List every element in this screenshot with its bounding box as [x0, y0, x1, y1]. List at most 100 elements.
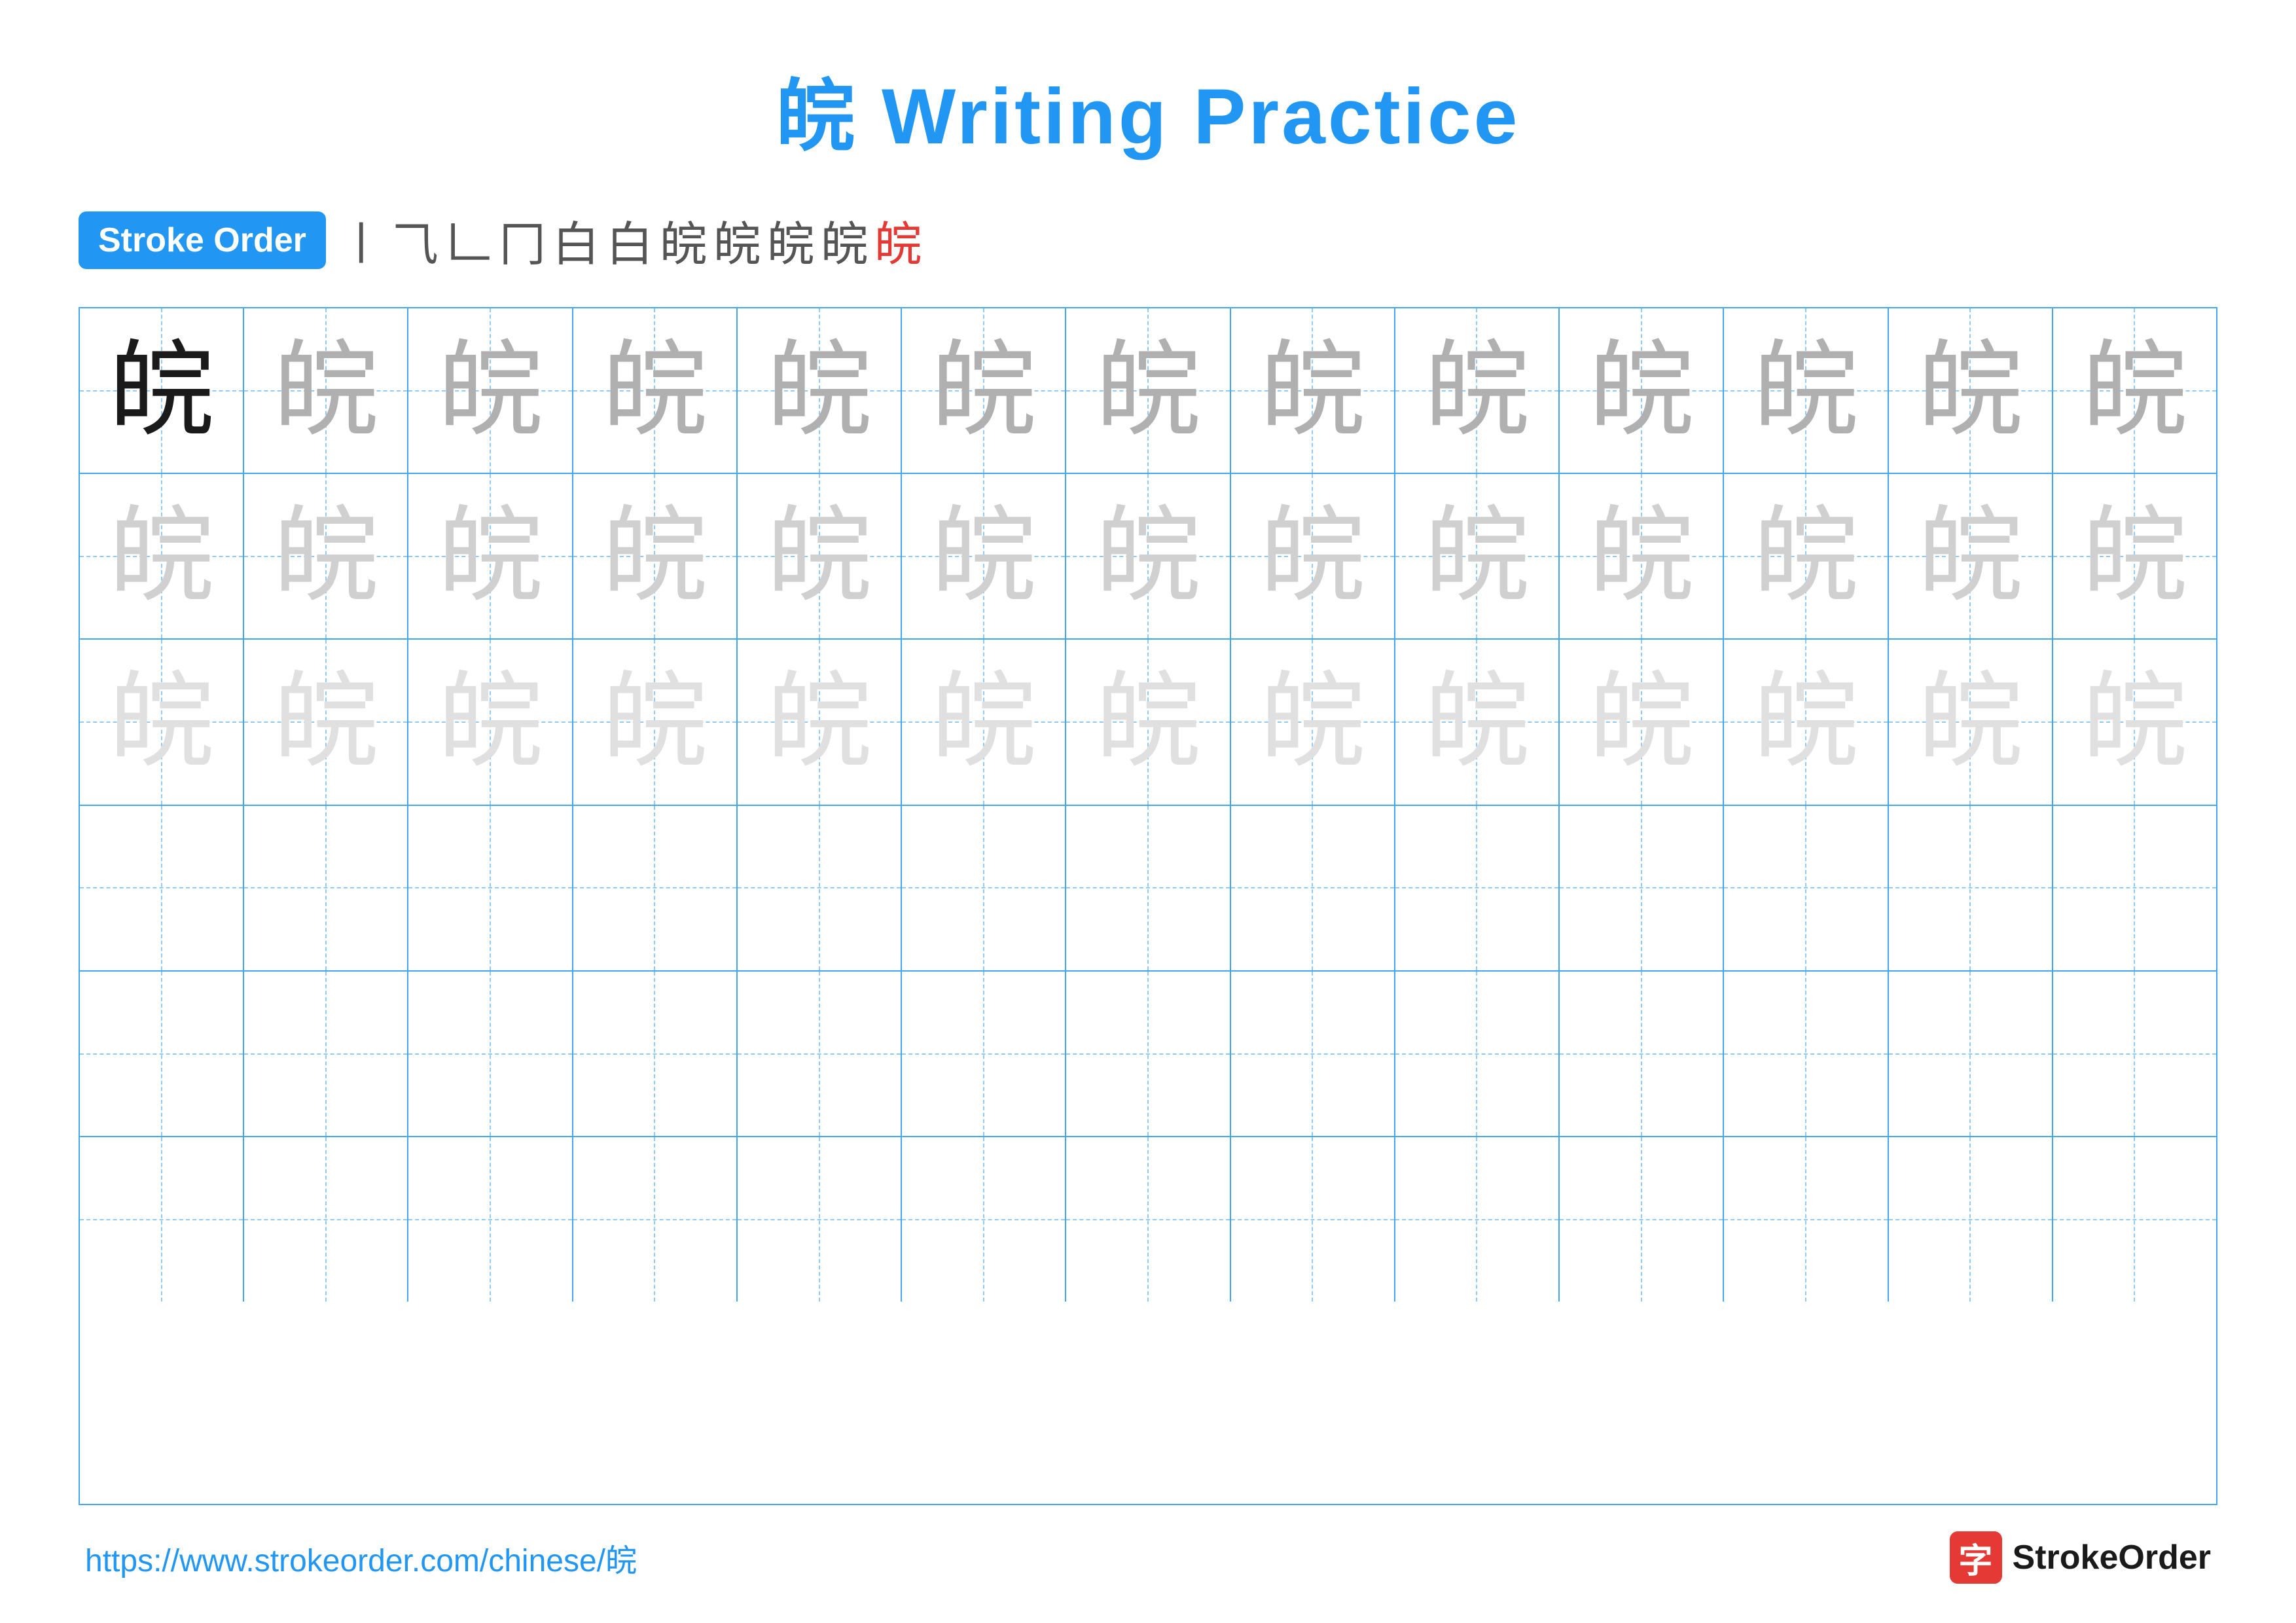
- grid-cell: 皖: [1066, 474, 1230, 638]
- cell-character: 皖: [1096, 338, 1200, 443]
- grid-cell: [244, 972, 408, 1136]
- grid-cell: [738, 1137, 902, 1302]
- grid-cell: [1560, 806, 1724, 970]
- cell-character: 皖: [767, 670, 872, 775]
- cell-character: 皖: [1753, 504, 1858, 609]
- grid-cell: [1066, 1137, 1230, 1302]
- grid-cell: [738, 806, 902, 970]
- grid-cell: [573, 972, 738, 1136]
- logo-text: StrokeOrder: [2013, 1538, 2211, 1577]
- grid-cell: 皖: [1560, 474, 1724, 638]
- grid-cell: [244, 806, 408, 970]
- stroke-step-8: 皖: [713, 206, 761, 274]
- stroke-step-2: ⺄: [391, 206, 439, 274]
- cell-character: 皖: [1260, 504, 1365, 609]
- cell-character: 皖: [1424, 338, 1529, 443]
- grid-cell: 皖: [1724, 308, 1888, 473]
- grid-cell: [408, 806, 573, 970]
- grid-cell: 皖: [408, 640, 573, 804]
- grid-cell: [1231, 1137, 1395, 1302]
- cell-character: 皖: [1918, 338, 2022, 443]
- practice-grid: 皖皖皖皖皖皖皖皖皖皖皖皖皖皖皖皖皖皖皖皖皖皖皖皖皖皖皖皖皖皖皖皖皖皖皖皖皖皖皖: [79, 307, 2217, 1505]
- page-title: 皖 Writing Practice: [776, 52, 1520, 166]
- cell-character: 皖: [438, 670, 543, 775]
- cell-character: 皖: [767, 338, 872, 443]
- cell-character: 皖: [931, 504, 1036, 609]
- grid-cell: 皖: [244, 474, 408, 638]
- cell-character: 皖: [602, 670, 707, 775]
- grid-cell: 皖: [408, 308, 573, 473]
- grid-cell: [573, 1137, 738, 1302]
- grid-cell: 皖: [573, 640, 738, 804]
- cell-character: 皖: [1260, 670, 1365, 775]
- stroke-step-3: 𠃊: [445, 206, 492, 274]
- grid-cell: [1231, 806, 1395, 970]
- cell-character: 皖: [1260, 338, 1365, 443]
- cell-character: 皖: [1424, 504, 1529, 609]
- cell-character: 皖: [2082, 338, 2187, 443]
- grid-cell: [2053, 806, 2216, 970]
- grid-cell: [2053, 1137, 2216, 1302]
- cell-character: 皖: [1589, 338, 1694, 443]
- grid-cell: 皖: [1724, 474, 1888, 638]
- grid-cell: 皖: [902, 640, 1066, 804]
- grid-cell: 皖: [573, 474, 738, 638]
- cell-character: 皖: [438, 338, 543, 443]
- grid-cell: 皖: [738, 308, 902, 473]
- grid-cell: 皖: [1231, 474, 1395, 638]
- cell-character: 皖: [274, 338, 378, 443]
- grid-cell: 皖: [1560, 308, 1724, 473]
- cell-character: 皖: [274, 670, 378, 775]
- grid-cell: [2053, 972, 2216, 1136]
- logo-icon: 字: [1950, 1531, 2002, 1584]
- cell-character: 皖: [1096, 670, 1200, 775]
- cell-character: 皖: [1424, 670, 1529, 775]
- grid-cell: [1560, 972, 1724, 1136]
- grid-cell: 皖: [1395, 474, 1560, 638]
- grid-cell: [1395, 806, 1560, 970]
- grid-cell: 皖: [2053, 308, 2216, 473]
- grid-cell: 皖: [902, 308, 1066, 473]
- stroke-step-9: 皖: [767, 206, 814, 274]
- grid-row: [80, 806, 2216, 972]
- cell-character: 皖: [109, 670, 214, 775]
- stroke-sequence: 〡 ⺄ 𠃊 冂 白 白 皖 皖 皖 皖 皖: [338, 206, 922, 274]
- grid-cell: [244, 1137, 408, 1302]
- cell-character: 皖: [767, 504, 872, 609]
- grid-cell: [1395, 1137, 1560, 1302]
- grid-cell: 皖: [80, 474, 244, 638]
- grid-cell: 皖: [1395, 308, 1560, 473]
- grid-cell: [1066, 972, 1230, 1136]
- cell-character: 皖: [1918, 504, 2022, 609]
- cell-character: 皖: [1589, 670, 1694, 775]
- grid-cell: [408, 1137, 573, 1302]
- grid-cell: 皖: [1889, 474, 2053, 638]
- page: 皖 Writing Practice Stroke Order 〡 ⺄ 𠃊 冂 …: [0, 0, 2296, 1623]
- grid-cell: [1724, 1137, 1888, 1302]
- stroke-step-5: 白: [552, 206, 600, 274]
- stroke-step-11: 皖: [874, 206, 922, 274]
- stroke-step-6: 白: [606, 206, 653, 274]
- grid-cell: [80, 972, 244, 1136]
- grid-cell: [80, 806, 244, 970]
- grid-cell: 皖: [1889, 308, 2053, 473]
- stroke-step-4: 冂: [499, 206, 546, 274]
- grid-row: [80, 1137, 2216, 1302]
- grid-cell: [902, 806, 1066, 970]
- cell-character: 皖: [2082, 504, 2187, 609]
- grid-cell: 皖: [80, 308, 244, 473]
- stroke-step-10: 皖: [821, 206, 868, 274]
- grid-cell: 皖: [573, 308, 738, 473]
- cell-character: 皖: [109, 338, 214, 443]
- grid-cell: 皖: [1066, 308, 1230, 473]
- grid-cell: 皖: [1395, 640, 1560, 804]
- cell-character: 皖: [1753, 338, 1858, 443]
- grid-cell: [1724, 972, 1888, 1136]
- grid-row: [80, 972, 2216, 1137]
- cell-character: 皖: [1918, 670, 2022, 775]
- grid-cell: 皖: [244, 640, 408, 804]
- footer-url: https://www.strokeorder.com/chinese/皖: [85, 1535, 637, 1580]
- cell-character: 皖: [602, 338, 707, 443]
- grid-cell: 皖: [902, 474, 1066, 638]
- grid-cell: [1724, 806, 1888, 970]
